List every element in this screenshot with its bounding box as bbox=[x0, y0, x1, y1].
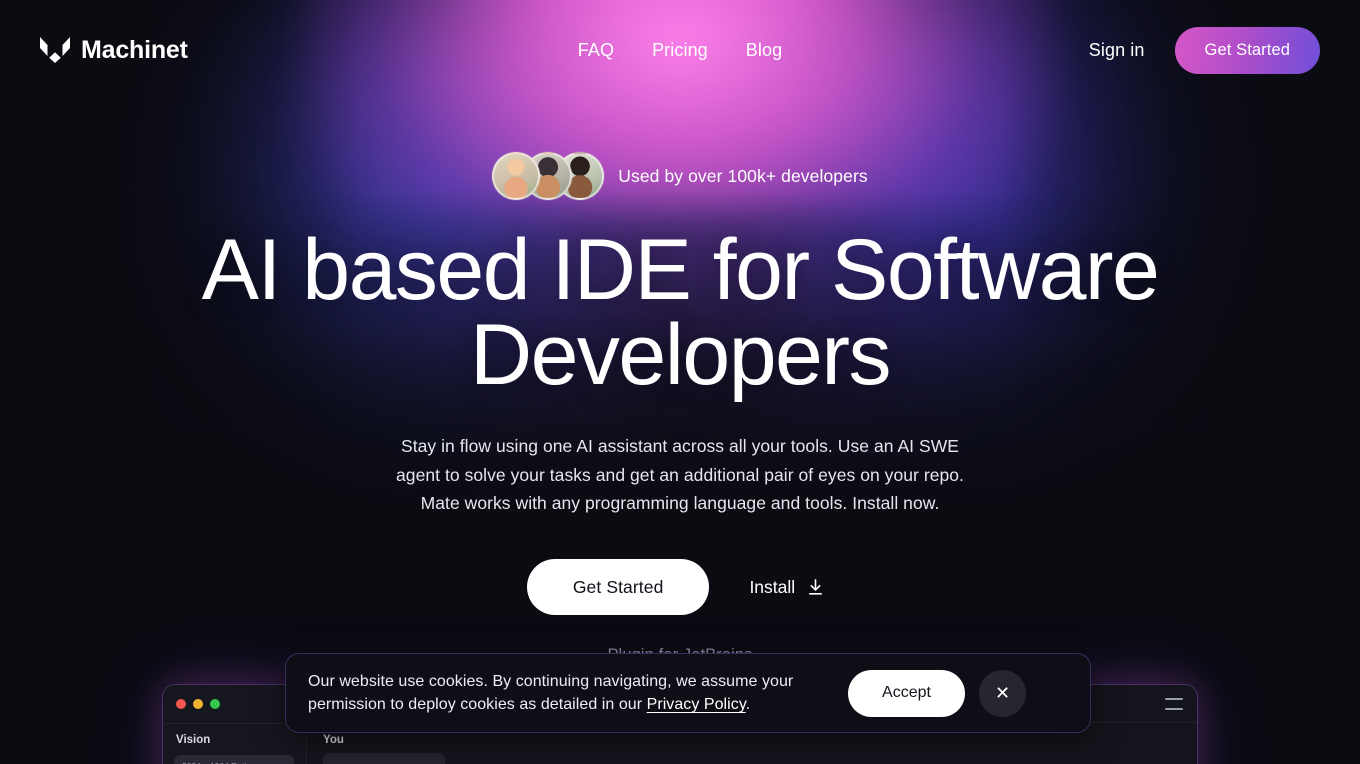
avatar bbox=[492, 152, 541, 200]
social-proof-text: Used by over 100k+ developers bbox=[618, 165, 868, 186]
window-traffic-lights bbox=[176, 699, 220, 709]
nav-links: FAQ Pricing Blog bbox=[578, 40, 782, 61]
nav-actions: Sign in Get Started bbox=[1089, 26, 1320, 74]
install-button[interactable]: Install bbox=[741, 559, 833, 615]
window-close-dot-icon[interactable] bbox=[176, 699, 186, 709]
social-proof: Used by over 100k+ developers bbox=[492, 152, 868, 200]
hero-get-started-button[interactable]: Get Started bbox=[526, 559, 710, 616]
brand-name: Machinet bbox=[81, 35, 188, 64]
sidebar-resolution-field[interactable]: 3024 x 1964 Retina bbox=[174, 755, 294, 764]
hero-cta-row: Get Started Install bbox=[526, 559, 833, 616]
brand-logo[interactable]: Machinet bbox=[40, 36, 188, 65]
download-icon bbox=[809, 578, 823, 595]
hamburger-menu-icon[interactable] bbox=[1165, 698, 1183, 710]
cookie-accept-button[interactable]: Accept bbox=[848, 669, 965, 717]
window-maximize-dot-icon[interactable] bbox=[210, 699, 220, 709]
nav-link-faq[interactable]: FAQ bbox=[578, 40, 614, 61]
chat-message-bubble bbox=[323, 753, 445, 764]
avatar-group bbox=[492, 152, 605, 200]
nav-link-blog[interactable]: Blog bbox=[746, 40, 782, 61]
cookie-close-button[interactable]: ✕ bbox=[979, 669, 1026, 717]
hero-subheading: Stay in flow using one AI assistant acro… bbox=[396, 436, 964, 513]
nav-get-started-button[interactable]: Get Started bbox=[1174, 26, 1320, 74]
install-label: Install bbox=[749, 576, 796, 597]
top-navigation-bar: Machinet FAQ Pricing Blog Sign in Get St… bbox=[0, 0, 1360, 100]
window-minimize-dot-icon[interactable] bbox=[193, 699, 203, 709]
sidebar-section-title: Vision bbox=[176, 734, 211, 746]
sign-in-link[interactable]: Sign in bbox=[1089, 40, 1145, 61]
nav-link-pricing[interactable]: Pricing bbox=[652, 40, 708, 61]
sidebar-divider bbox=[163, 723, 306, 724]
cookie-text-after: . bbox=[745, 696, 751, 713]
cookie-consent-banner: Our website use cookies. By continuing n… bbox=[285, 653, 1091, 733]
machinet-m-logo-icon bbox=[40, 37, 70, 63]
page-title: AI based IDE for Software Developers bbox=[201, 222, 1160, 404]
chat-message-author: You bbox=[323, 734, 344, 746]
privacy-policy-link[interactable]: Privacy Policy bbox=[647, 696, 746, 713]
page-root: Machinet FAQ Pricing Blog Sign in Get St… bbox=[0, 0, 1360, 764]
cookie-banner-text: Our website use cookies. By continuing n… bbox=[308, 670, 848, 716]
